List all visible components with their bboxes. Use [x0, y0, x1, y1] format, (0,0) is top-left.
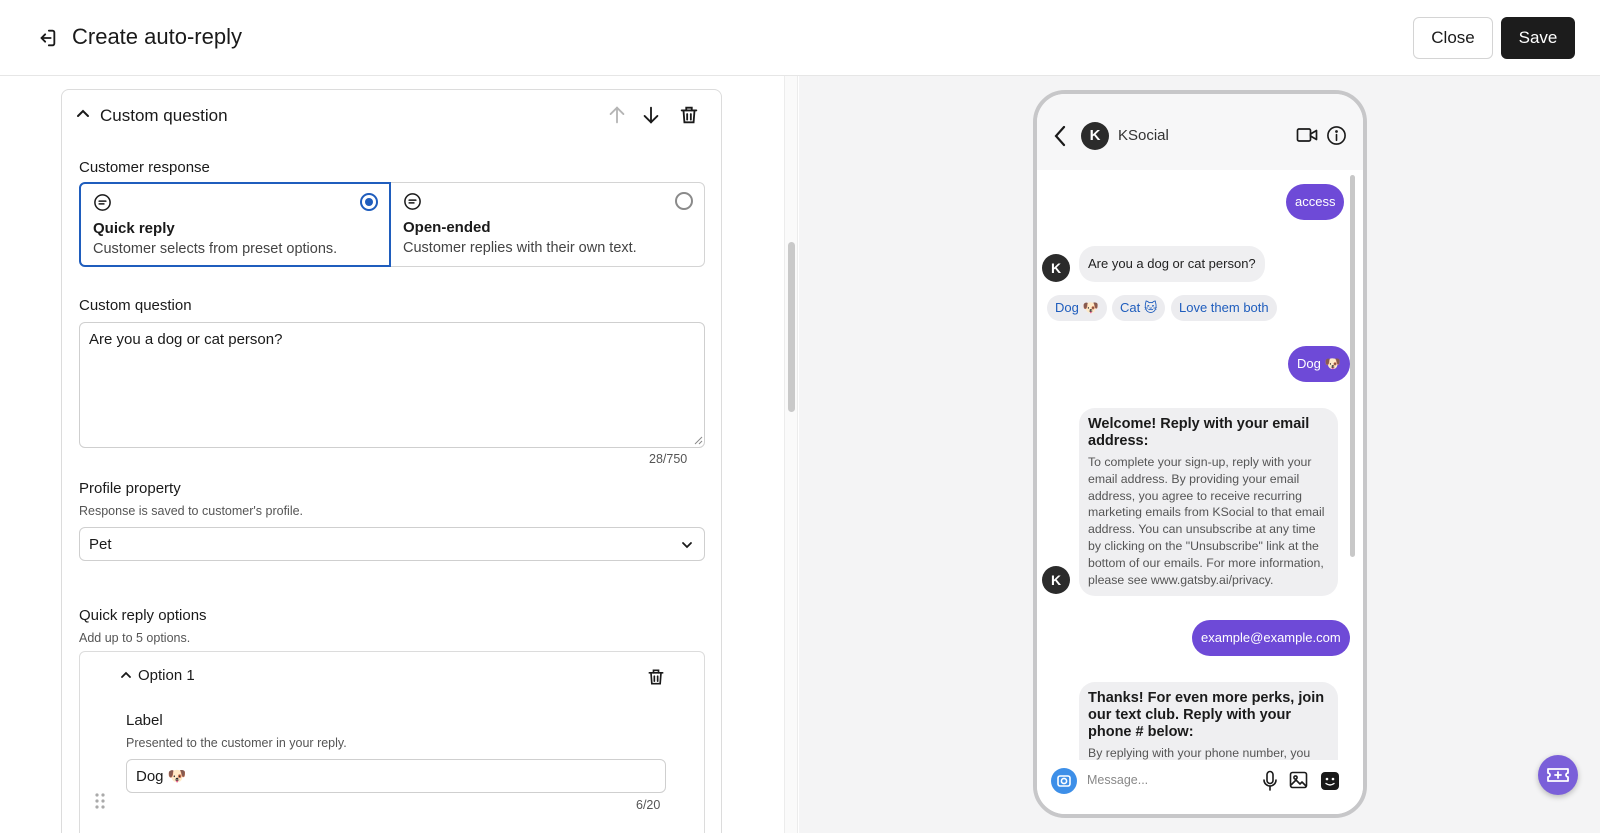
incoming-message: Are you a dog or cat person? [1079, 246, 1265, 282]
outgoing-message: example@example.com [1192, 620, 1350, 656]
message-title: Welcome! Reply with your email address: [1088, 416, 1310, 449]
info-icon[interactable] [1326, 125, 1347, 146]
message-input[interactable]: Message... [1087, 773, 1148, 787]
question-char-counter: 28/750 [649, 452, 688, 466]
open-ended-title: Open-ended [403, 219, 491, 236]
open-ended-description: Customer replies with their own text. [403, 240, 637, 256]
save-button[interactable]: Save [1501, 17, 1575, 59]
preview-panel: K KSocial access K Are you a dog or cat … [799, 76, 1600, 833]
quick-reply-title: Quick reply [93, 220, 175, 237]
message-title: Thanks! For even more perks, join our te… [1088, 690, 1325, 740]
chevron-left-icon[interactable] [1051, 124, 1069, 148]
customer-response-label: Customer response [79, 159, 210, 176]
avatar: K [1042, 566, 1070, 594]
quick-reply-radio[interactable] [360, 193, 378, 211]
avatar: K [1081, 122, 1109, 150]
ticket-icon [1547, 768, 1569, 782]
profile-property-label: Profile property [79, 480, 181, 497]
chevron-down-icon [682, 542, 692, 549]
avatar: K [1042, 254, 1070, 282]
option-card: Option 1 Label Presented to the customer… [79, 651, 705, 833]
contact-name: KSocial [1118, 127, 1169, 144]
outgoing-message: Dog 🐶 [1288, 346, 1350, 382]
chat-bubble-icon [94, 194, 111, 211]
close-button[interactable]: Close [1413, 17, 1493, 59]
editor-panel: Custom question Customer response Quick … [0, 76, 784, 833]
chat-bubble-icon [404, 193, 421, 210]
quick-reply-chip[interactable]: Love them both [1171, 295, 1277, 321]
trash-icon[interactable] [646, 667, 666, 687]
option-title: Option 1 [138, 667, 195, 684]
incoming-message: Welcome! Reply with your email address: … [1079, 408, 1338, 596]
option-label-heading: Label [126, 712, 163, 729]
chat-header: K KSocial [1037, 94, 1363, 170]
image-icon[interactable] [1289, 771, 1308, 789]
quick-reply-option[interactable]: Quick reply Customer selects from preset… [79, 182, 391, 267]
quick-reply-description: Customer selects from preset options. [93, 241, 338, 257]
custom-question-textarea[interactable]: Are you a dog or cat person? [79, 322, 705, 448]
move-up-icon[interactable] [606, 104, 628, 126]
sticker-icon[interactable] [1320, 771, 1340, 791]
option-label-hint: Presented to the customer in your reply. [126, 736, 347, 750]
phone-preview: K KSocial access K Are you a dog or cat … [1033, 90, 1367, 818]
custom-question-label: Custom question [79, 297, 192, 314]
option-char-counter: 6/20 [636, 798, 661, 812]
chevron-up-icon[interactable] [75, 106, 91, 122]
quick-reply-chip[interactable]: Cat 🐱 [1112, 295, 1166, 321]
camera-icon[interactable] [1051, 768, 1077, 794]
open-ended-radio[interactable] [675, 192, 693, 210]
message-body: By replying with your phone number, you [1088, 746, 1311, 760]
option-label-input[interactable] [126, 759, 666, 793]
message-thread: access K Are you a dog or cat person? Do… [1037, 170, 1363, 760]
outgoing-message: access [1286, 184, 1345, 220]
open-ended-option[interactable]: Open-ended Customer replies with their o… [390, 182, 705, 267]
trash-icon[interactable] [678, 104, 700, 126]
profile-property-value: Pet [89, 536, 112, 553]
incoming-message: Thanks! For even more perks, join our te… [1079, 682, 1338, 760]
move-down-icon[interactable] [640, 104, 662, 126]
exit-icon[interactable] [36, 27, 58, 49]
custom-question-card: Custom question Customer response Quick … [61, 89, 722, 833]
message-composer: Message... [1037, 760, 1363, 814]
quick-reply-options-hint: Add up to 5 options. [79, 631, 191, 645]
video-icon[interactable] [1296, 126, 1318, 144]
editor-scrollbar[interactable] [784, 76, 798, 833]
card-title: Custom question [100, 106, 228, 125]
quick-reply-chip[interactable]: Dog 🐶 [1047, 295, 1107, 321]
profile-property-select[interactable]: Pet [79, 527, 705, 561]
chevron-up-icon[interactable] [119, 668, 133, 682]
scrollbar-thumb[interactable] [788, 242, 795, 412]
top-bar: Create auto-reply Close Save [0, 0, 1600, 76]
quick-reply-options-label: Quick reply options [79, 607, 207, 624]
profile-property-hint: Response is saved to customer's profile. [79, 504, 304, 518]
page-title: Create auto-reply [72, 24, 242, 49]
microphone-icon[interactable] [1262, 770, 1278, 792]
resize-grip-icon[interactable] [693, 435, 703, 445]
message-body: To complete your sign-up, reply with you… [1088, 455, 1325, 587]
thread-scrollbar[interactable] [1350, 175, 1355, 557]
drag-handle-icon[interactable] [94, 792, 106, 810]
help-chat-button[interactable] [1538, 755, 1578, 795]
